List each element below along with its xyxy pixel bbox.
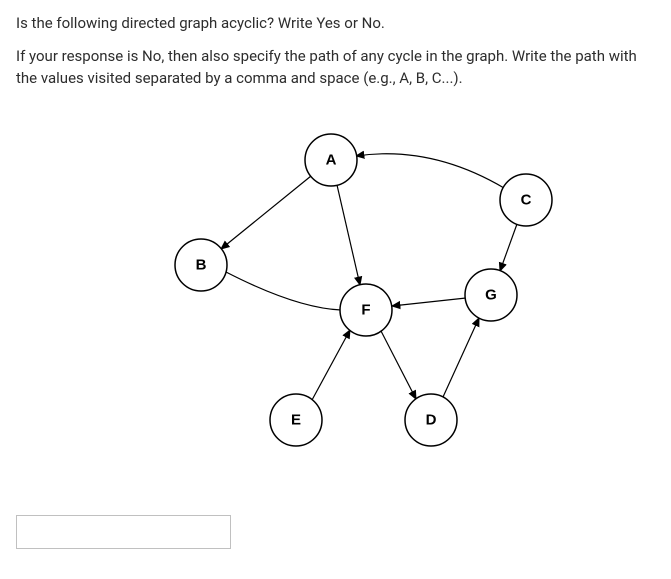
node-B: B: [175, 239, 227, 291]
node-F: F: [340, 284, 392, 336]
question-text-2: If your response is No, then also specif…: [16, 45, 655, 90]
svg-text:B: B: [195, 256, 206, 273]
directed-graph-svg: A B C D E F G: [96, 120, 576, 480]
svg-text:E: E: [290, 411, 300, 428]
svg-text:D: D: [425, 411, 436, 428]
node-G: G: [465, 269, 517, 321]
answer-input[interactable]: [16, 515, 231, 549]
svg-text:A: A: [325, 151, 336, 168]
node-C: C: [500, 174, 552, 226]
edge-A-F: [337, 185, 360, 285]
edge-A-B: [221, 176, 311, 249]
edge-B-F: [226, 272, 341, 310]
svg-text:G: G: [485, 286, 497, 303]
edge-D-G: [443, 318, 479, 397]
graph-figure: A B C D E F G: [16, 120, 655, 480]
edge-C-A: [356, 153, 504, 187]
node-D: D: [405, 394, 457, 446]
node-E: E: [270, 394, 322, 446]
svg-text:C: C: [520, 191, 531, 208]
node-A: A: [305, 134, 357, 186]
svg-text:F: F: [361, 301, 370, 318]
edge-G-F: [392, 298, 466, 306]
edge-E-F: [312, 330, 350, 400]
question-text-1: Is the following directed graph acyclic?…: [16, 12, 655, 35]
edge-C-G: [500, 224, 517, 271]
edge-F-D: [381, 331, 416, 399]
